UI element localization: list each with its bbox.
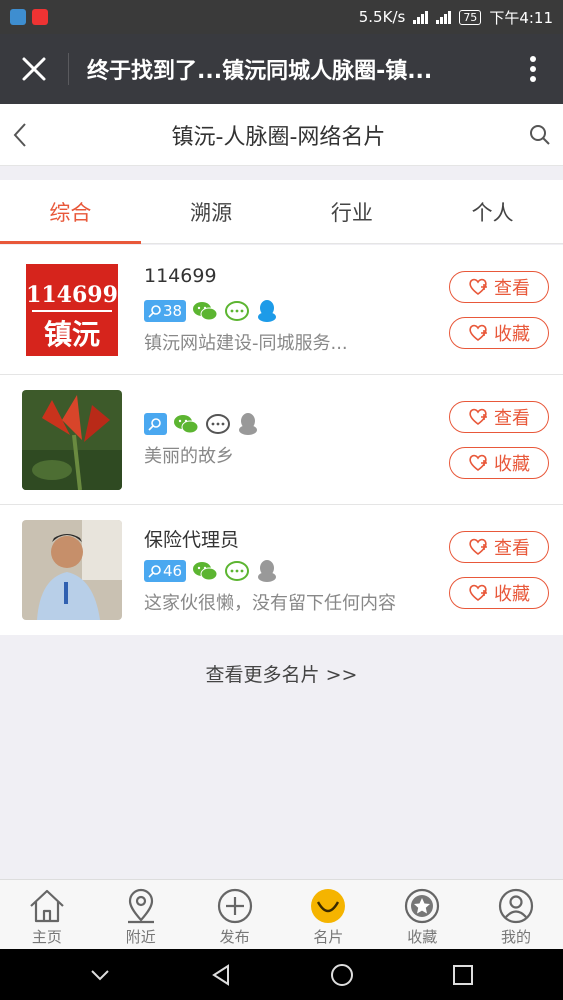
- business-card[interactable]: 114699 镇沅 114699 38 镇沅网站建设-同城服务... 查看 收藏: [0, 245, 563, 375]
- view-button-label: 查看: [494, 278, 530, 299]
- business-card[interactable]: 美丽的故乡 查看 收藏: [0, 375, 563, 505]
- nav-publish[interactable]: 发布: [188, 880, 282, 949]
- search-button[interactable]: [517, 104, 563, 166]
- tab-traceability[interactable]: 溯源: [141, 180, 282, 243]
- heart-plus-icon: [469, 408, 487, 426]
- avatar-label-bottom: 镇沅: [44, 318, 100, 351]
- business-card-list: 114699 镇沅 114699 38 镇沅网站建设-同城服务... 查看 收藏…: [0, 245, 563, 635]
- favorite-button-label: 收藏: [494, 584, 530, 605]
- tab-industry[interactable]: 行业: [282, 180, 423, 243]
- heart-plus-icon: [469, 278, 487, 296]
- qq-icon[interactable]: [256, 559, 278, 583]
- card-description: 镇沅网站建设-同城服务...: [144, 332, 348, 354]
- signal-3g-icon: [436, 10, 452, 24]
- moments-icon[interactable]: [224, 560, 250, 582]
- clock: 下午4:11: [489, 8, 553, 27]
- heart-plus-icon: [469, 538, 487, 556]
- star-circle-icon: [405, 888, 440, 924]
- heart-plus-icon: [469, 454, 487, 472]
- recents-square-icon[interactable]: [451, 963, 475, 987]
- qq-icon[interactable]: [237, 412, 259, 436]
- window-title: 终于找到了...镇沅同城人脉圈-镇...: [87, 59, 433, 84]
- status-bar: 5.5K/s 75 下午4:11: [0, 0, 563, 34]
- category-tabs: 综合 溯源 行业 个人: [0, 180, 563, 244]
- view-count-badge: 46: [144, 560, 187, 582]
- bottom-navigation: 主页 附近 发布 名片 收藏 我的: [0, 879, 563, 949]
- plus-circle-icon: [217, 888, 252, 924]
- back-triangle-icon[interactable]: [209, 963, 233, 987]
- more-menu-button[interactable]: [503, 34, 563, 104]
- location-pin-icon: [127, 888, 154, 924]
- card-description: 这家伙很懒，没有留下任何内容: [144, 593, 396, 614]
- nav-favorites-label: 收藏: [407, 928, 438, 946]
- view-count: 38: [163, 301, 183, 320]
- nav-cards[interactable]: 名片: [281, 880, 375, 949]
- view-button[interactable]: 查看: [449, 531, 549, 563]
- favorite-button[interactable]: 收藏: [449, 317, 549, 349]
- nav-nearby-label: 附近: [125, 928, 156, 946]
- network-speed: 5.5K/s: [358, 8, 406, 26]
- close-button[interactable]: [0, 34, 68, 104]
- view-count: 46: [163, 562, 183, 580]
- view-button[interactable]: 查看: [449, 271, 549, 303]
- chevron-down-icon[interactable]: [88, 963, 112, 987]
- notification-app-icon: [32, 9, 48, 25]
- search-icon: [530, 124, 550, 145]
- notification-app-icon: [10, 9, 26, 25]
- back-button[interactable]: [0, 104, 40, 166]
- webview-titlebar: 终于找到了...镇沅同城人脉圈-镇...: [0, 34, 563, 104]
- view-button-label: 查看: [494, 538, 530, 559]
- chevron-left-icon: [13, 122, 26, 147]
- card-description: 美丽的故乡: [144, 445, 234, 467]
- view-more-cards-link[interactable]: 查看更多名片 >>: [0, 660, 563, 687]
- avatar[interactable]: 114699 镇沅: [22, 259, 122, 360]
- favorite-button-label: 收藏: [494, 454, 530, 475]
- tab-general[interactable]: 综合: [0, 180, 141, 244]
- moments-icon[interactable]: [205, 413, 231, 435]
- nav-profile[interactable]: 我的: [469, 880, 563, 949]
- page-header: 镇沅-人脉圈-网络名片: [0, 104, 563, 166]
- view-count-badge: [144, 412, 167, 435]
- smile-icon: [311, 889, 346, 923]
- close-icon: [22, 57, 46, 81]
- qq-icon[interactable]: [256, 299, 278, 323]
- view-button-label: 查看: [494, 408, 530, 429]
- favorite-button-label: 收藏: [494, 324, 530, 345]
- nav-profile-label: 我的: [501, 928, 532, 946]
- more-vertical-icon: [530, 56, 536, 82]
- favorite-button[interactable]: 收藏: [449, 577, 549, 609]
- nav-nearby[interactable]: 附近: [94, 880, 188, 949]
- wechat-icon[interactable]: [192, 300, 218, 322]
- home-circle-icon[interactable]: [330, 963, 354, 987]
- avatar-label-top: 114699: [26, 282, 118, 308]
- heart-plus-icon: [469, 584, 487, 602]
- nav-home-label: 主页: [31, 928, 62, 946]
- heart-plus-icon: [469, 324, 487, 342]
- user-circle-icon: [498, 888, 534, 924]
- signal-4g-icon: [413, 10, 429, 24]
- business-card[interactable]: 保险代理员 46 这家伙很懒，没有留下任何内容 查看 收藏: [0, 505, 563, 635]
- view-count-badge: 38: [144, 299, 187, 322]
- page-title: 镇沅-人脉圈-网络名片: [171, 124, 386, 150]
- search-icon: [148, 565, 161, 578]
- tab-personal[interactable]: 个人: [422, 180, 563, 243]
- nav-publish-label: 发布: [219, 928, 250, 946]
- favorite-button[interactable]: 收藏: [449, 447, 549, 479]
- system-navigation-bar: [0, 949, 563, 1000]
- wechat-icon[interactable]: [192, 560, 218, 582]
- avatar[interactable]: [22, 520, 122, 620]
- wechat-icon[interactable]: [173, 413, 199, 435]
- view-button[interactable]: 查看: [449, 401, 549, 433]
- avatar[interactable]: [22, 389, 122, 490]
- home-icon: [30, 889, 64, 923]
- moments-icon[interactable]: [224, 300, 250, 322]
- nav-home[interactable]: 主页: [0, 880, 94, 949]
- nav-favorites[interactable]: 收藏: [375, 880, 469, 949]
- battery-icon: 75: [459, 9, 482, 25]
- nav-cards-label: 名片: [313, 928, 344, 946]
- search-icon: [148, 304, 161, 318]
- search-icon: [148, 417, 161, 431]
